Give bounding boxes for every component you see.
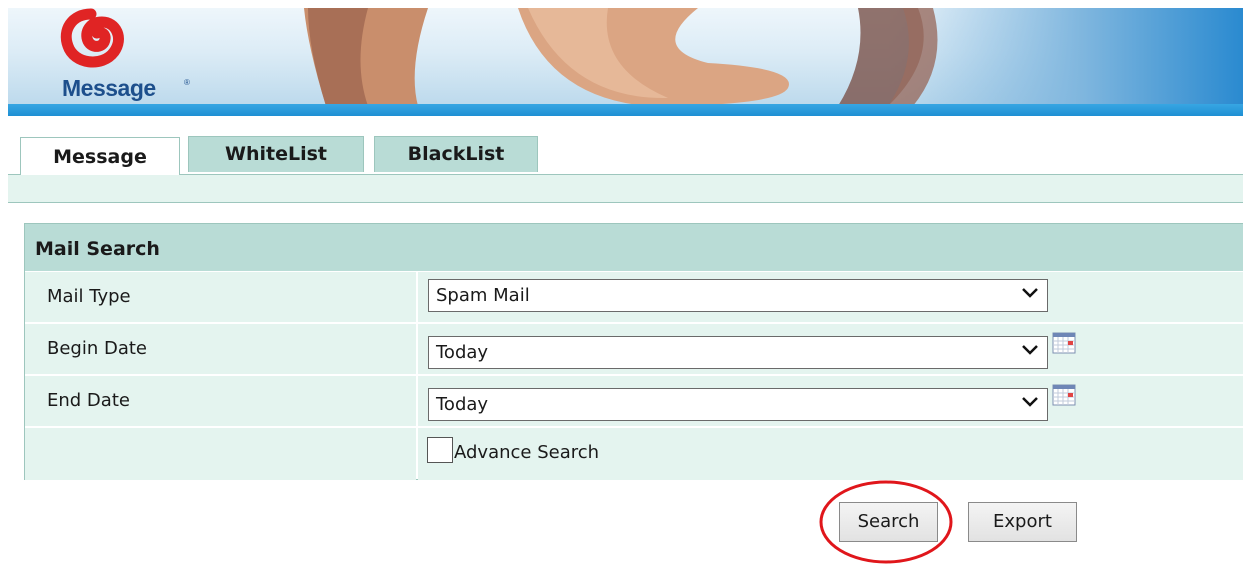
mail-type-select[interactable]: Spam Mail xyxy=(428,279,1048,312)
begin-date-value: Today xyxy=(436,342,489,363)
chevron-down-icon xyxy=(1022,397,1038,407)
begin-date-select[interactable]: Today xyxy=(428,336,1048,369)
begin-date-row: Begin Date Today xyxy=(25,324,1243,376)
advance-search-checkbox[interactable] xyxy=(427,437,453,463)
chevron-down-icon xyxy=(1022,345,1038,355)
end-date-select[interactable]: Today xyxy=(428,388,1048,421)
tab-whitelist[interactable]: WhiteList xyxy=(188,136,364,172)
mail-type-row: Mail Type Spam Mail xyxy=(25,272,1243,324)
header-banner: Message ® xyxy=(8,8,1243,106)
end-date-label: End Date xyxy=(25,376,416,426)
tab-strip xyxy=(8,174,1243,203)
chevron-down-icon xyxy=(1022,288,1038,298)
calendar-icon[interactable] xyxy=(1052,332,1076,354)
logo-registered-mark: ® xyxy=(184,78,190,87)
logo-text: Message xyxy=(62,75,156,101)
export-button[interactable]: Export xyxy=(968,502,1077,542)
calendar-icon[interactable] xyxy=(1052,384,1076,406)
mail-type-value: Spam Mail xyxy=(436,285,530,306)
search-button[interactable]: Search xyxy=(839,502,938,542)
begin-date-label: Begin Date xyxy=(25,324,416,374)
begin-date-cell: Today xyxy=(418,324,1243,374)
advance-search-label[interactable]: Advance Search xyxy=(454,442,599,463)
advance-search-row: Advance Search xyxy=(25,428,1243,480)
panel-title: Mail Search xyxy=(25,224,1243,272)
tab-message[interactable]: Message xyxy=(20,137,180,175)
end-date-cell: Today xyxy=(418,376,1243,426)
banner-stripe xyxy=(8,104,1243,116)
tab-blacklist[interactable]: BlackList xyxy=(374,136,538,172)
message-logo-icon xyxy=(60,8,124,68)
end-date-value: Today xyxy=(436,394,489,415)
advance-search-cell: Advance Search xyxy=(418,428,1243,480)
banner-artwork xyxy=(304,8,938,106)
mail-search-panel: Mail Search Mail Type Spam Mail Begin Da… xyxy=(24,223,1243,480)
mail-type-cell: Spam Mail xyxy=(418,272,1243,322)
mail-type-label: Mail Type xyxy=(25,272,416,322)
empty-label-cell xyxy=(25,428,416,480)
end-date-row: End Date Today xyxy=(25,376,1243,428)
tab-bar: Message WhiteList BlackList xyxy=(8,127,1243,203)
